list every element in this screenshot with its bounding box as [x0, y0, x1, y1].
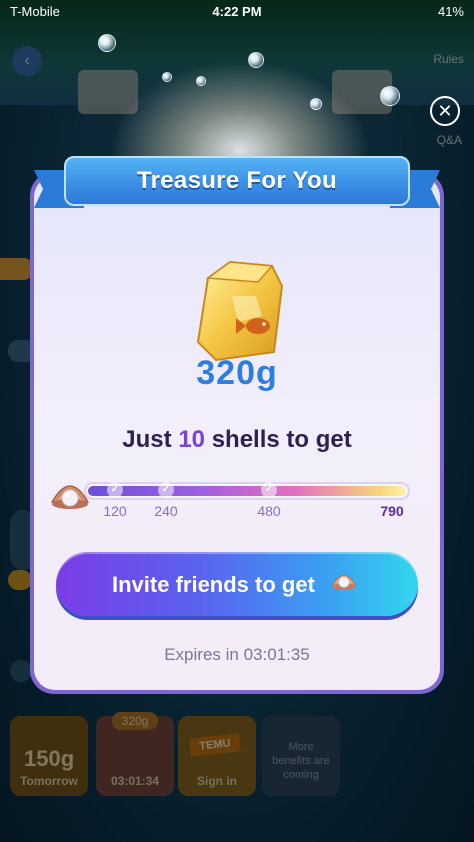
- progress-track: [84, 482, 410, 500]
- prize-amount: 320g: [196, 354, 278, 392]
- bubble-decoration: [196, 76, 206, 86]
- milestone-label: 790: [380, 503, 404, 519]
- bubble-decoration: [310, 98, 322, 110]
- title-ribbon: Treasure For You: [34, 150, 440, 220]
- milestone-label: 480: [257, 503, 281, 519]
- close-button[interactable]: ✕: [430, 96, 460, 126]
- status-bar: T-Mobile 4:22 PM 41%: [0, 0, 474, 24]
- milestone-label: 240: [154, 503, 178, 519]
- subline-prefix: Just: [122, 426, 172, 453]
- bubble-decoration: [162, 72, 172, 82]
- shells-count: 10: [178, 426, 206, 453]
- modal-title: Treasure For You: [137, 167, 337, 194]
- subline-suffix: shells to get: [211, 426, 352, 453]
- milestone-check-icon: ✓: [158, 482, 174, 498]
- fish-bag-icon: [196, 260, 284, 362]
- milestone-check-icon: ✓: [261, 482, 277, 498]
- milestone-check-icon: ✓: [107, 482, 123, 498]
- battery-label: 41%: [437, 4, 464, 19]
- invite-friends-button[interactable]: Invite friends to get: [56, 552, 418, 616]
- clock: 4:22 PM: [212, 4, 262, 19]
- bubble-decoration: [380, 86, 400, 106]
- close-icon: ✕: [437, 101, 453, 121]
- pearl-shell-icon: [331, 574, 357, 590]
- bubble-decoration: [98, 34, 116, 52]
- milestone-label: 120: [103, 503, 127, 519]
- pearl-shell-icon: [50, 485, 90, 509]
- progress-fill: [88, 486, 406, 496]
- shells-needed-text: Just 10 shells to get: [30, 426, 444, 454]
- ribbon-banner: Treasure For You: [64, 156, 410, 206]
- expires-timer: Expires in 03:01:35: [164, 645, 310, 664]
- invite-button-label: Invite friends to get: [112, 572, 315, 597]
- bubble-decoration: [248, 52, 264, 68]
